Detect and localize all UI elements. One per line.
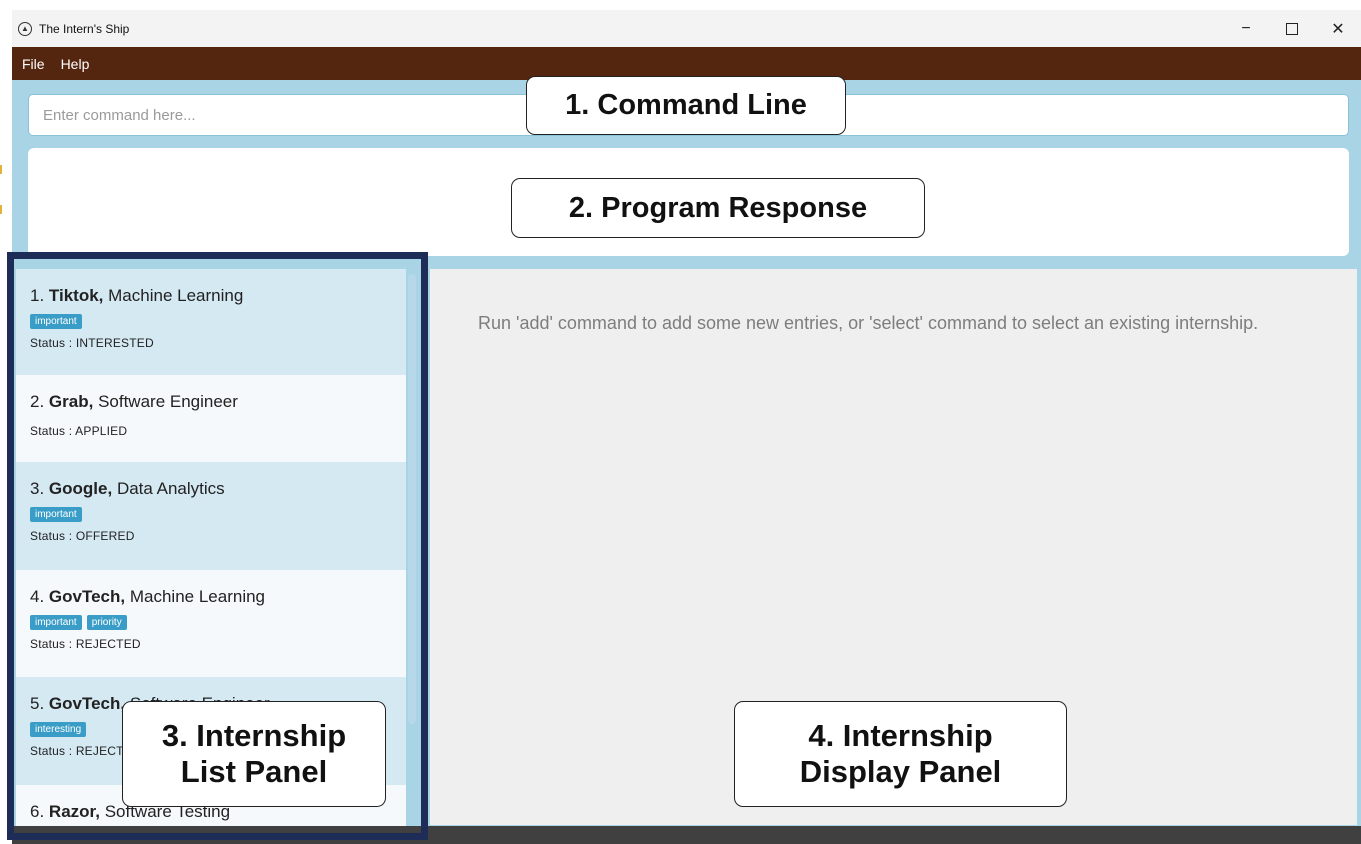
minimize-button[interactable]: −: [1223, 10, 1269, 47]
menu-help[interactable]: Help: [61, 56, 90, 72]
ship-icon: ▲: [18, 21, 32, 36]
window-controls: − ✕: [1223, 10, 1361, 47]
maximize-button[interactable]: [1269, 10, 1315, 47]
callout-command-line: 1. Command Line: [526, 76, 846, 135]
edge-mark: [0, 205, 2, 214]
close-button[interactable]: ✕: [1315, 10, 1361, 47]
callout-internship-display-panel: 4. Internship Display Panel: [734, 701, 1067, 807]
callout-program-response: 2. Program Response: [511, 178, 925, 238]
title-bar: ▲ The Intern's Ship − ✕: [12, 10, 1361, 47]
callout-line: Display Panel: [799, 754, 1002, 789]
display-placeholder-message: Run 'add' command to add some new entrie…: [478, 313, 1259, 333]
maximize-icon: [1286, 22, 1298, 35]
edge-mark: [0, 165, 2, 174]
callout-line: 3. Internship: [161, 718, 347, 753]
menu-file[interactable]: File: [22, 56, 45, 72]
callout-line: List Panel: [180, 754, 328, 789]
callout-internship-list-panel: 3. Internship List Panel: [122, 701, 386, 807]
window-title: The Intern's Ship: [39, 21, 130, 36]
callout-line: 4. Internship: [808, 718, 993, 753]
